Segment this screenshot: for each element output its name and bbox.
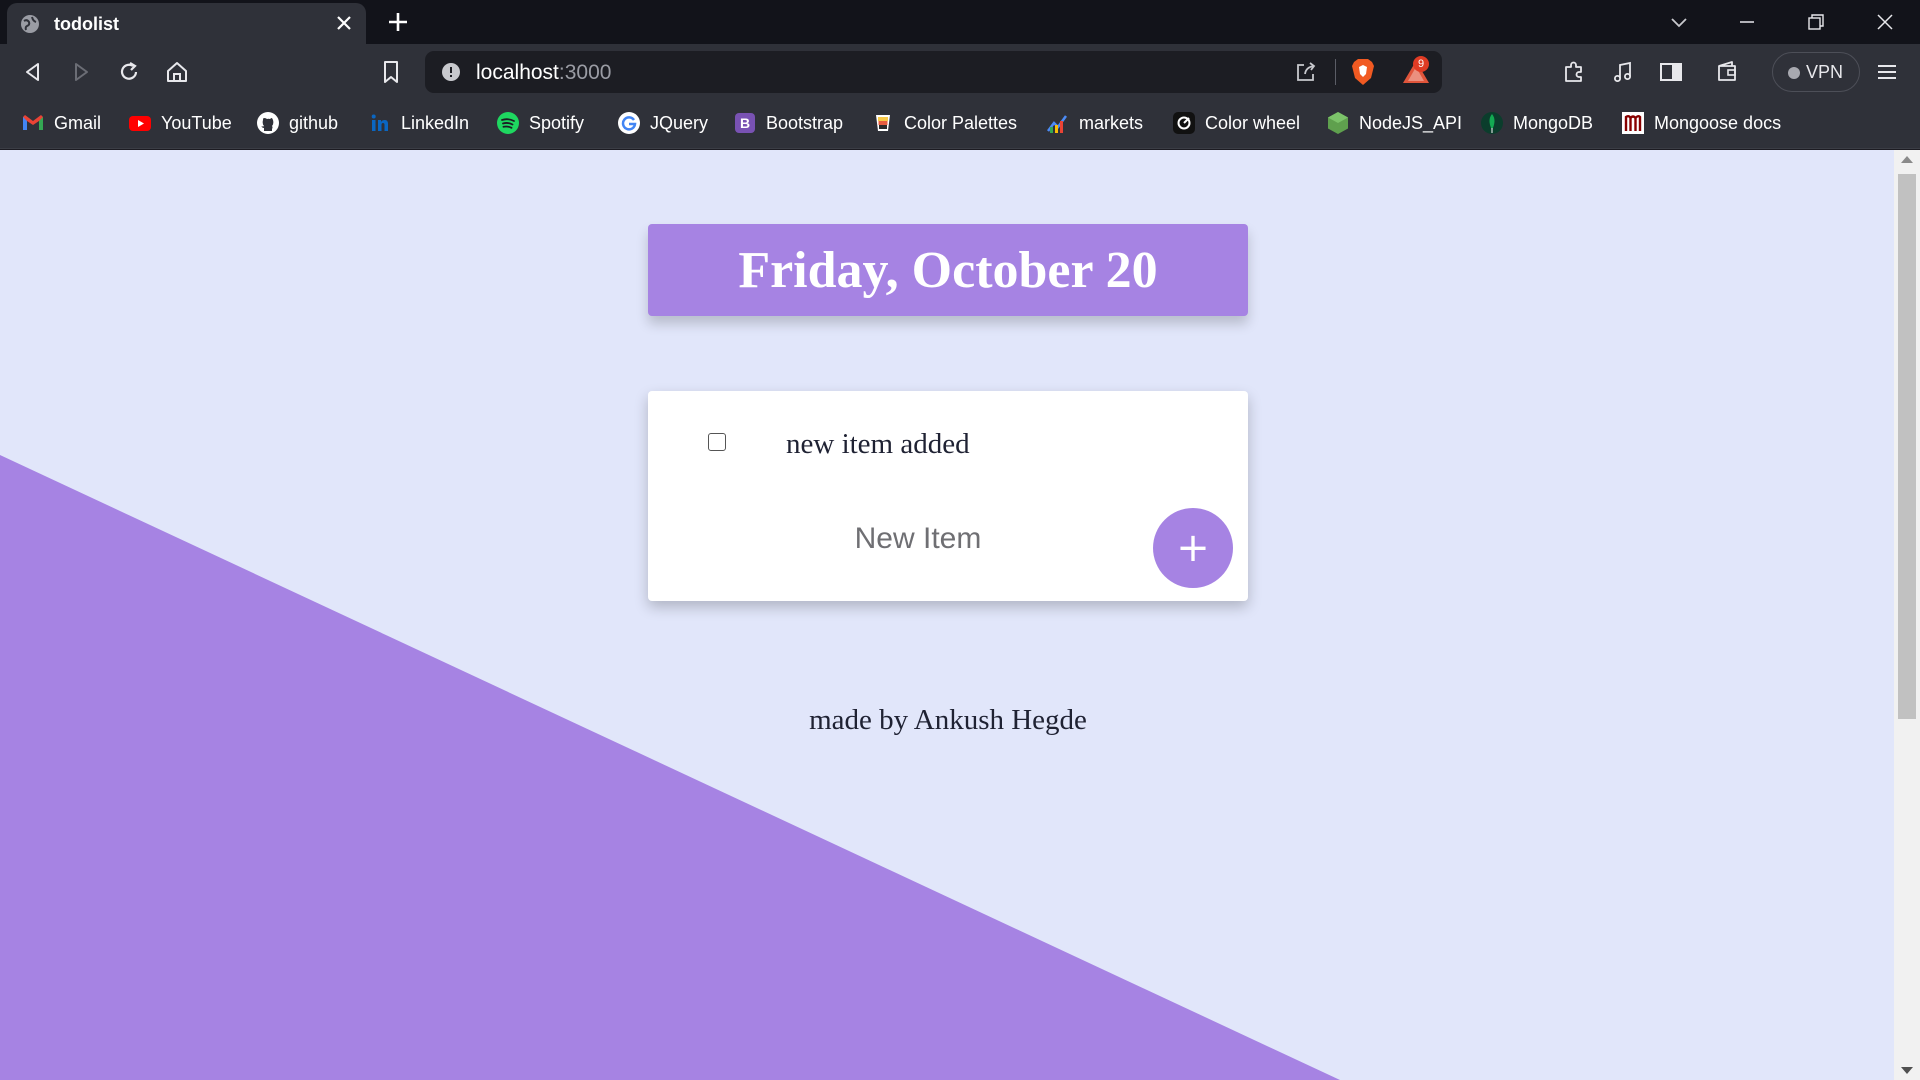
bookmark-jquery[interactable]: JQuery — [617, 108, 708, 138]
bookmark-color-palettes[interactable]: Color Palettes — [871, 108, 1017, 138]
brave-shields-icon[interactable] — [1349, 57, 1377, 87]
svg-text:B: B — [740, 115, 750, 131]
address-bar[interactable]: localhost:3000 — [425, 51, 1442, 93]
bookmark-icon[interactable] — [377, 58, 405, 86]
bookmark-spotify[interactable]: Spotify — [496, 108, 584, 138]
site-info-icon[interactable] — [441, 62, 461, 82]
date-heading-box: Friday, October 20 — [648, 224, 1248, 316]
share-icon[interactable] — [1293, 59, 1319, 85]
bootstrap-icon: B — [735, 113, 755, 133]
todo-item-checkbox[interactable] — [708, 433, 726, 451]
address-bar-separator — [1335, 59, 1336, 85]
bookmark-label: Color wheel — [1205, 112, 1301, 133]
youtube-icon — [129, 116, 151, 131]
close-tab-icon[interactable] — [332, 11, 356, 35]
browser-toolbar: localhost:3000 9 VPN — [0, 44, 1920, 100]
bookmark-gmail[interactable]: Gmail — [21, 108, 101, 138]
media-music-icon[interactable] — [1609, 58, 1637, 86]
bookmark-mongodb[interactable]: MongoDB — [1480, 108, 1593, 138]
new-item-input[interactable] — [708, 509, 1128, 569]
bookmark-linkedin[interactable]: LinkedIn — [368, 108, 469, 138]
color-palettes-icon — [876, 115, 890, 131]
vpn-label: VPN — [1806, 62, 1844, 82]
vpn-status-dot-icon — [1788, 67, 1800, 79]
bookmark-markets[interactable]: markets — [1046, 108, 1143, 138]
close-window-icon[interactable] — [1872, 9, 1898, 35]
github-icon — [257, 112, 279, 134]
bookmark-label: LinkedIn — [401, 112, 470, 133]
bookmark-label: Spotify — [529, 112, 585, 133]
globe-icon — [21, 15, 39, 33]
nodejs-icon — [1328, 112, 1348, 134]
page-title: Friday, October 20 — [738, 241, 1158, 299]
add-item-button[interactable]: + — [1153, 508, 1233, 588]
gmail-icon — [23, 115, 43, 130]
google-icon — [618, 112, 640, 134]
minimize-icon[interactable] — [1734, 9, 1760, 35]
bookmark-youtube[interactable]: YouTube — [128, 108, 232, 138]
url-port: :3000 — [558, 61, 612, 84]
color-wheel-icon — [1173, 112, 1195, 134]
bookmark-bootstrap[interactable]: B Bootstrap — [733, 108, 843, 138]
restore-icon[interactable] — [1803, 9, 1829, 35]
bookmark-label: Gmail — [54, 112, 102, 133]
bookmark-mongoose-docs[interactable]: Mongoose docs — [1621, 108, 1781, 138]
markets-icon — [1047, 115, 1068, 133]
url-host: localhost — [476, 61, 559, 84]
mongodb-icon — [1481, 112, 1503, 134]
todo-item-text: new item added — [786, 428, 970, 460]
bookmark-label: Bootstrap — [766, 112, 844, 133]
browser-tab-todolist[interactable]: todolist — [7, 3, 366, 44]
todo-item: new item added — [648, 391, 1248, 491]
bookmark-label: markets — [1079, 112, 1144, 133]
sidebar-toggle-icon[interactable] — [1657, 58, 1685, 86]
todo-card: new item added + — [648, 391, 1248, 601]
bookmark-label: YouTube — [161, 112, 232, 133]
linkedin-icon — [370, 113, 390, 133]
scroll-up-arrow-icon[interactable] — [1901, 156, 1913, 163]
footer-credit: made by Ankush Hegde — [809, 704, 1087, 736]
bookmark-github[interactable]: github — [256, 108, 338, 138]
bookmark-label: Color Palettes — [904, 112, 1018, 133]
bookmark-label: Mongoose docs — [1654, 112, 1782, 133]
bookmark-label: JQuery — [650, 112, 709, 133]
extensions-puzzle-icon[interactable] — [1560, 58, 1588, 86]
tab-search-chevron-icon[interactable] — [1666, 9, 1692, 35]
page-scrollbar[interactable] — [1894, 150, 1920, 1080]
tab-strip: todolist — [0, 0, 1920, 44]
bookmark-label: MongoDB — [1513, 112, 1594, 133]
bookmarks-bar: Gmail YouTube github LinkedIn Spotify JQ… — [0, 100, 1920, 149]
menu-hamburger-icon[interactable] — [1873, 58, 1901, 86]
forward-arrow-icon — [75, 63, 88, 81]
wallet-icon[interactable] — [1714, 58, 1742, 86]
home-icon[interactable] — [163, 58, 191, 86]
url-text[interactable]: localhost:3000 — [476, 61, 611, 85]
reload-icon[interactable] — [115, 58, 143, 86]
mongoose-icon — [1622, 112, 1644, 134]
spotify-icon — [497, 112, 519, 134]
rewards-notification-badge: 9 — [1413, 56, 1429, 72]
vpn-button[interactable]: VPN — [1772, 52, 1860, 92]
bookmark-label: NodeJS_API — [1359, 112, 1463, 133]
page-viewport: Friday, October 20 new item added + made… — [0, 150, 1894, 1080]
back-arrow-icon[interactable] — [19, 58, 47, 86]
tab-title: todolist — [54, 14, 119, 34]
bookmark-label: github — [289, 112, 339, 133]
scrollbar-thumb[interactable] — [1898, 174, 1916, 719]
bookmark-color-wheel[interactable]: Color wheel — [1172, 108, 1300, 138]
scroll-down-arrow-icon[interactable] — [1901, 1067, 1913, 1074]
bookmark-nodejs-api[interactable]: NodeJS_API — [1326, 108, 1462, 138]
new-tab-plus-icon[interactable] — [386, 10, 410, 34]
